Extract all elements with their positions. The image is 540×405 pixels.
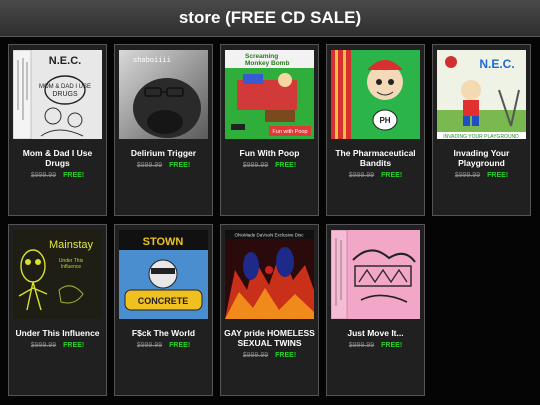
album-cover-under-this-influence[interactable]: Mainstay Under This Influence: [13, 230, 102, 319]
art-title: Mainstay: [49, 239, 94, 251]
sale-price: FREE!: [275, 352, 297, 359]
page-title: store (FREE CD SALE): [178, 8, 362, 27]
product-card[interactable]: Mainstay Under This Influence Under This…: [8, 224, 107, 396]
album-cover-delirium-trigger[interactable]: shaboiiii: [119, 50, 208, 139]
art-title: PH: [379, 116, 390, 125]
product-name[interactable]: Invading Your Playground: [436, 148, 528, 168]
product-card[interactable]: PH The Pharmaceutical Bandits $999.99 FR…: [326, 44, 425, 216]
product-card[interactable]: N.E.C. INVADING YOUR PLAYGROUND Invading…: [432, 44, 531, 216]
sale-price: FREE!: [381, 342, 403, 349]
product-name[interactable]: Fun With Poop: [224, 148, 316, 158]
product-name[interactable]: Just Move It...: [330, 328, 422, 338]
sale-price: FREE!: [63, 172, 85, 179]
svg-text:Screaming: Screaming: [245, 53, 278, 60]
sale-price: FREE!: [63, 342, 85, 349]
product-card[interactable]: STOWN CONCRETE F$ck The World $999.99 FR…: [114, 224, 213, 396]
album-cover-mom-dad[interactable]: N.E.C. MOM & DAD I USE DRUGS: [13, 50, 102, 139]
product-name[interactable]: Mom & Dad I Use Drugs: [12, 148, 104, 168]
svg-text:INVADING YOUR PLAYGROUND: INVADING YOUR PLAYGROUND: [443, 134, 519, 139]
svg-text:Influence: Influence: [61, 264, 82, 270]
product-card[interactable]: shaboiiii Delirium Trigger $999.99 FREE!: [114, 44, 213, 216]
art-title: shaboiiii: [133, 57, 171, 65]
svg-text:MOM & DAD I USE: MOM & DAD I USE: [39, 84, 91, 90]
product-name[interactable]: Under This Influence: [12, 328, 104, 338]
product-grid: N.E.C. MOM & DAD I USE DRUGS Mom & Dad I…: [8, 44, 531, 396]
svg-text:DRUGS: DRUGS: [52, 91, 78, 98]
album-cover-fck-the-world[interactable]: STOWN CONCRETE: [119, 230, 208, 319]
product-name[interactable]: F$ck The World: [118, 328, 210, 338]
art-title: N.E.C.: [479, 57, 514, 71]
original-price: $999.99: [348, 172, 375, 179]
product-card[interactable]: OhioMade DaVsoN Exclusive Disc GAY pride…: [220, 224, 319, 396]
album-cover-gay-pride[interactable]: OhioMade DaVsoN Exclusive Disc: [225, 230, 314, 319]
sale-price: FREE!: [275, 162, 297, 169]
product-name[interactable]: Delirium Trigger: [118, 148, 210, 158]
product-card[interactable]: N.E.C. MOM & DAD I USE DRUGS Mom & Dad I…: [8, 44, 107, 216]
original-price: $999.99: [136, 162, 163, 169]
original-price: $999.99: [136, 342, 163, 349]
original-price: $999.99: [242, 352, 269, 359]
original-price: $999.99: [30, 342, 57, 349]
album-cover-invading-your-playground[interactable]: N.E.C. INVADING YOUR PLAYGROUND: [437, 50, 526, 139]
sale-price: FREE!: [169, 342, 191, 349]
album-cover-just-move-it[interactable]: [331, 230, 420, 319]
original-price: $999.99: [348, 342, 375, 349]
product-card[interactable]: Just Move It... $999.99 FREE!: [326, 224, 425, 396]
sale-price: FREE!: [381, 172, 403, 179]
sale-price: FREE!: [169, 162, 191, 169]
product-card[interactable]: Screaming Monkey Bomb Fun with Poop Fun …: [220, 44, 319, 216]
svg-text:CONCRETE: CONCRETE: [138, 296, 189, 306]
sale-price: FREE!: [487, 172, 509, 179]
original-price: $999.99: [454, 172, 481, 179]
svg-text:Monkey Bomb: Monkey Bomb: [245, 60, 289, 67]
product-name[interactable]: The Pharmaceutical Bandits: [330, 148, 422, 168]
album-cover-pharmaceutical-bandits[interactable]: PH: [331, 50, 420, 139]
art-title: N.E.C.: [49, 55, 81, 67]
art-title: Fun with Poop: [272, 129, 307, 135]
original-price: $999.99: [242, 162, 269, 169]
art-title: STOWN: [143, 236, 184, 248]
product-name[interactable]: GAY pride HOMELESS SEXUAL TWINS: [224, 328, 316, 348]
store-header: store (FREE CD SALE): [0, 0, 540, 37]
original-price: $999.99: [30, 172, 57, 179]
album-cover-fun-with-poop[interactable]: Screaming Monkey Bomb Fun with Poop: [225, 50, 314, 139]
svg-text:OhioMade DaVsoN Exclusive Disc: OhioMade DaVsoN Exclusive Disc: [234, 233, 304, 238]
